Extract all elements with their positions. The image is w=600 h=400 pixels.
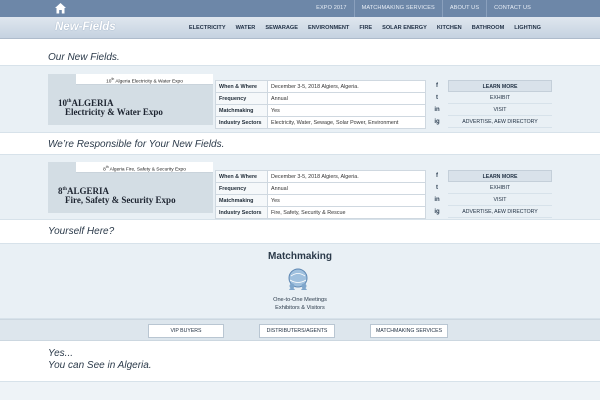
table-row: Frequency Annual xyxy=(215,92,426,105)
matchmaking-line1: One-to-One Meetings xyxy=(273,297,327,303)
social-links: f t in ig xyxy=(428,170,446,218)
expo-actions: LEARN MORE EXHIBIT VISIT ADVERTISE, AEW … xyxy=(448,170,552,218)
advertise-link[interactable]: ADVERTISE, AEW DIRECTORY xyxy=(448,206,552,218)
footer-band xyxy=(0,381,600,400)
nav-lighting[interactable]: LIGHTING xyxy=(509,17,546,39)
section-heading-yourself: Yourself Here? xyxy=(48,226,115,237)
matchmaking-button-row: VIP BUYERS DISTRIBUTERS/AGENTS MATCHMAKI… xyxy=(0,319,600,341)
facebook-icon[interactable]: f xyxy=(428,80,446,92)
matchmaking-title: Matchmaking xyxy=(268,251,332,262)
expo-info-table: When & Where December 3-5, 2018 Algiers, … xyxy=(215,170,426,219)
learn-more-button[interactable]: LEARN MORE xyxy=(448,80,552,92)
table-row: When & Where December 3-5, 2018 Algiers, … xyxy=(215,170,426,183)
table-row: Matchmaking Yes xyxy=(215,104,426,117)
exhibit-link[interactable]: EXHIBIT xyxy=(448,182,552,194)
nav-water[interactable]: WATER xyxy=(231,17,261,39)
table-row: Industry Sectors Electricity, Water, Sewa… xyxy=(215,116,426,129)
linkedin-icon[interactable]: in xyxy=(428,194,446,206)
visit-link[interactable]: VISIT xyxy=(448,104,552,116)
top-nav: EXPO 2017 MATCHMAKING SERVICES ABOUT US … xyxy=(309,0,538,17)
topnav-contact[interactable]: CONTACT US xyxy=(487,0,538,17)
learn-more-button[interactable]: LEARN MORE xyxy=(448,170,552,182)
expo-logo-subtitle: Fire, Safety & Security Expo xyxy=(65,195,176,205)
twitter-icon[interactable]: t xyxy=(428,182,446,194)
nav-electricity[interactable]: ELECTRICITY xyxy=(184,17,231,39)
expo-caption: 8th Algeria Fire, Safety & Security Expo xyxy=(76,162,213,173)
table-row: When & Where December 3-5, 2018 Algiers, … xyxy=(215,80,426,93)
nav-solar-energy[interactable]: SOLAR ENERGY xyxy=(377,17,432,39)
linkedin-icon[interactable]: in xyxy=(428,104,446,116)
expo-caption: 10th Algeria Electricity & Water Expo xyxy=(76,74,213,85)
main-nav-bar: New-Fields ELECTRICITY WATER SEWARAGE EN… xyxy=(0,17,600,39)
brand-logo[interactable]: New-Fields xyxy=(55,21,116,33)
facebook-icon[interactable]: f xyxy=(428,170,446,182)
section-heading-responsible: We’re Responsible for Your New Fields. xyxy=(48,139,225,150)
expo-logo-electricity[interactable]: 10th Algeria Electricity & Water Expo 10… xyxy=(48,74,213,125)
expo-logo-fire[interactable]: 8th Algeria Fire, Safety & Security Expo… xyxy=(48,162,213,213)
topnav-matchmaking[interactable]: MATCHMAKING SERVICES xyxy=(355,0,442,17)
instagram-icon[interactable]: ig xyxy=(428,206,446,218)
nav-fire[interactable]: FIRE xyxy=(354,17,377,39)
expo-actions: LEARN MORE EXHIBIT VISIT ADVERTISE, AEW … xyxy=(448,80,552,128)
nav-environment[interactable]: ENVIRONMENT xyxy=(303,17,354,39)
section-heading-new-fields: Our New Fields. xyxy=(48,52,120,63)
handshake-globe-icon xyxy=(288,268,308,290)
distributers-agents-button[interactable]: DISTRIBUTERS/AGENTS xyxy=(259,324,335,338)
section-heading-see-algeria: You can See in Algeria. xyxy=(48,360,152,371)
table-row: Industry Sectors Fire, Safety, Security &… xyxy=(215,206,426,219)
matchmaking-line2: Exhibitors & Visitors xyxy=(275,305,325,311)
vip-buyers-button[interactable]: VIP BUYERS xyxy=(148,324,224,338)
topnav-expo[interactable]: EXPO 2017 xyxy=(309,0,353,17)
nav-bathroom[interactable]: BATHROOM xyxy=(467,17,510,39)
top-bar: EXPO 2017 MATCHMAKING SERVICES ABOUT US … xyxy=(0,0,600,17)
nav-kitchen[interactable]: KITCHEN xyxy=(432,17,467,39)
matchmaking-services-button[interactable]: MATCHMAKING SERVICES xyxy=(370,324,448,338)
instagram-icon[interactable]: ig xyxy=(428,116,446,128)
table-row: Matchmaking Yes xyxy=(215,194,426,207)
expo-info-table: When & Where December 3-5, 2018 Algiers, … xyxy=(215,80,426,129)
twitter-icon[interactable]: t xyxy=(428,92,446,104)
expo-logo-subtitle: Electricity & Water Expo xyxy=(65,107,163,117)
topnav-about[interactable]: ABOUT US xyxy=(443,0,486,17)
visit-link[interactable]: VISIT xyxy=(448,194,552,206)
nav-sewarage[interactable]: SEWARAGE xyxy=(260,17,303,39)
section-heading-yes: Yes... xyxy=(48,348,74,359)
table-row: Frequency Annual xyxy=(215,182,426,195)
exhibit-link[interactable]: EXHIBIT xyxy=(448,92,552,104)
social-links: f t in ig xyxy=(428,80,446,128)
main-nav: ELECTRICITY WATER SEWARAGE ENVIRONMENT F… xyxy=(184,17,546,39)
home-icon[interactable] xyxy=(54,2,67,15)
advertise-link[interactable]: ADVERTISE, AEW DIRECTORY xyxy=(448,116,552,128)
